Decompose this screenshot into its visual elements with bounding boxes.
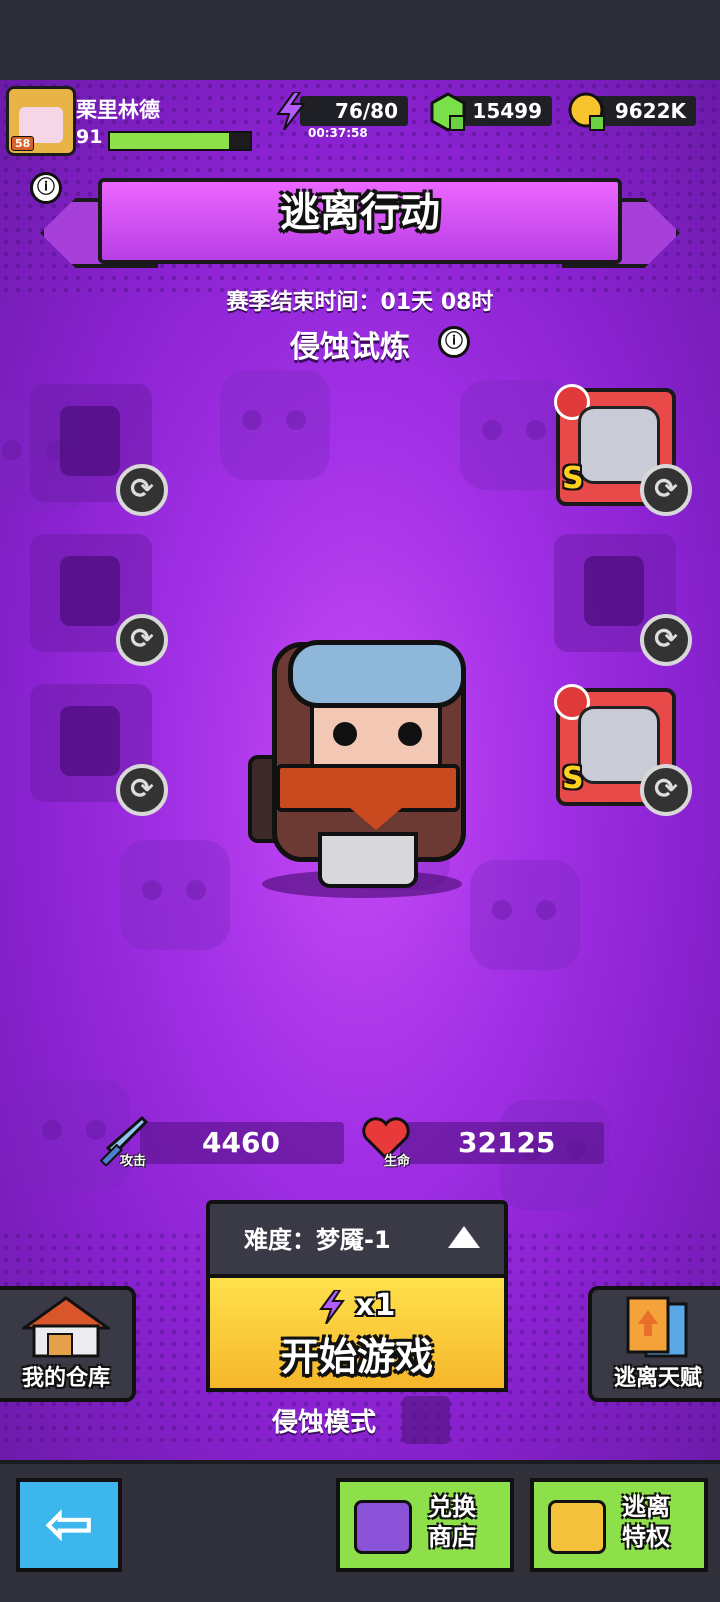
shop-label-line2: 商店 (428, 1523, 476, 1551)
energy-timer: 00:37:58 (308, 126, 368, 140)
shop-icon (354, 1500, 412, 1554)
gold-plus-icon[interactable] (568, 92, 608, 132)
event-title: 逃离行动 (280, 190, 440, 236)
gold-value: 9622K (614, 99, 686, 123)
player-level: 91 (76, 126, 103, 148)
privilege-label-line2: 特权 (622, 1523, 670, 1551)
escape-privilege-label: 逃离 特权 (622, 1492, 692, 1552)
swap-weapon-icon[interactable]: ⟳ (116, 464, 168, 516)
bg-ghost-decor (220, 370, 330, 480)
exchange-shop-button[interactable]: 兑换 商店 (336, 1478, 514, 1572)
lightning-icon (318, 1288, 345, 1325)
escape-privilege-button[interactable]: 逃离 特权 (530, 1478, 708, 1572)
gem-value: 15499 (472, 99, 542, 123)
start-game-label: 开始游戏 (280, 1335, 433, 1379)
talent-label: 逃离天赋 (613, 1366, 702, 1391)
swap-glove-icon[interactable]: ⟳ (116, 764, 168, 816)
hero-eye (398, 722, 422, 746)
boots-grade: S (562, 761, 584, 796)
swap-necklace-icon[interactable]: ⟳ (116, 614, 168, 666)
hero-scarf-tip (336, 796, 416, 830)
season-end-time: 赛季结束时间：01天 08时 (226, 290, 494, 315)
trial-info-icon[interactable]: ⓘ (438, 326, 470, 358)
xp-bar (108, 131, 252, 151)
corrosion-mode-label: 侵蚀模式 (272, 1408, 377, 1438)
bg-ghost-decor (470, 860, 580, 970)
back-arrow-icon[interactable]: ⇦ (16, 1478, 122, 1572)
hero-eye (333, 722, 357, 746)
armor-grade: S (562, 461, 584, 496)
status-bar-area (0, 0, 720, 80)
shop-label-line1: 兑换 (428, 1493, 476, 1521)
swap-belt-icon[interactable]: ⟳ (640, 614, 692, 666)
house-icon (22, 1296, 110, 1358)
energy-cost: x1 (210, 1288, 504, 1325)
necklace-silhouette-icon (60, 556, 120, 626)
lightning-icon (276, 92, 306, 130)
hp-label: 生命 (384, 1154, 411, 1169)
glove-silhouette-icon (60, 706, 120, 776)
start-game-button[interactable]: x1 开始游戏 (206, 1274, 508, 1392)
attack-stat: 4460 (140, 1122, 344, 1164)
gem-plus-icon[interactable] (428, 92, 468, 132)
warehouse-label: 我的仓库 (21, 1366, 110, 1391)
hp-value: 32125 (458, 1126, 556, 1159)
hero-legs (318, 832, 418, 888)
hp-stat: 32125 (400, 1122, 604, 1164)
hero-goggles (288, 640, 466, 708)
player-name: 栗里林德 (76, 98, 160, 122)
energy-value: 76/80 (335, 99, 398, 123)
difficulty-label: 难度：梦魇-1 (244, 1226, 391, 1254)
attack-value: 4460 (202, 1126, 280, 1159)
chevron-up-icon[interactable] (448, 1226, 480, 1248)
swap-boots-icon[interactable]: ⟳ (640, 764, 692, 816)
exchange-shop-label: 兑换 商店 (428, 1492, 498, 1552)
bg-ghost-decor (120, 840, 230, 950)
info-icon[interactable]: ⓘ (30, 172, 62, 204)
warehouse-button[interactable]: 我的仓库 (0, 1286, 136, 1402)
corrosion-mode-toggle[interactable] (402, 1396, 450, 1444)
privilege-card-icon (548, 1500, 606, 1554)
weapon-silhouette-icon (60, 406, 120, 476)
belt-silhouette-icon (584, 556, 644, 626)
talent-cards-icon (626, 1296, 688, 1358)
player-avatar[interactable]: 58 (6, 86, 76, 156)
energy-counter[interactable]: 76/80 (300, 96, 408, 126)
trial-title: 侵蚀试炼 (290, 330, 410, 365)
swap-armor-icon[interactable]: ⟳ (640, 464, 692, 516)
attack-label: 攻击 (120, 1154, 147, 1169)
privilege-label-line1: 逃离 (622, 1493, 670, 1521)
xp-bar-fill (110, 133, 229, 149)
energy-cost-value: x1 (355, 1288, 396, 1323)
bg-ghost-decor (460, 380, 570, 490)
avatar-badge: 58 (11, 136, 35, 151)
talent-button[interactable]: 逃离天赋 (588, 1286, 720, 1402)
